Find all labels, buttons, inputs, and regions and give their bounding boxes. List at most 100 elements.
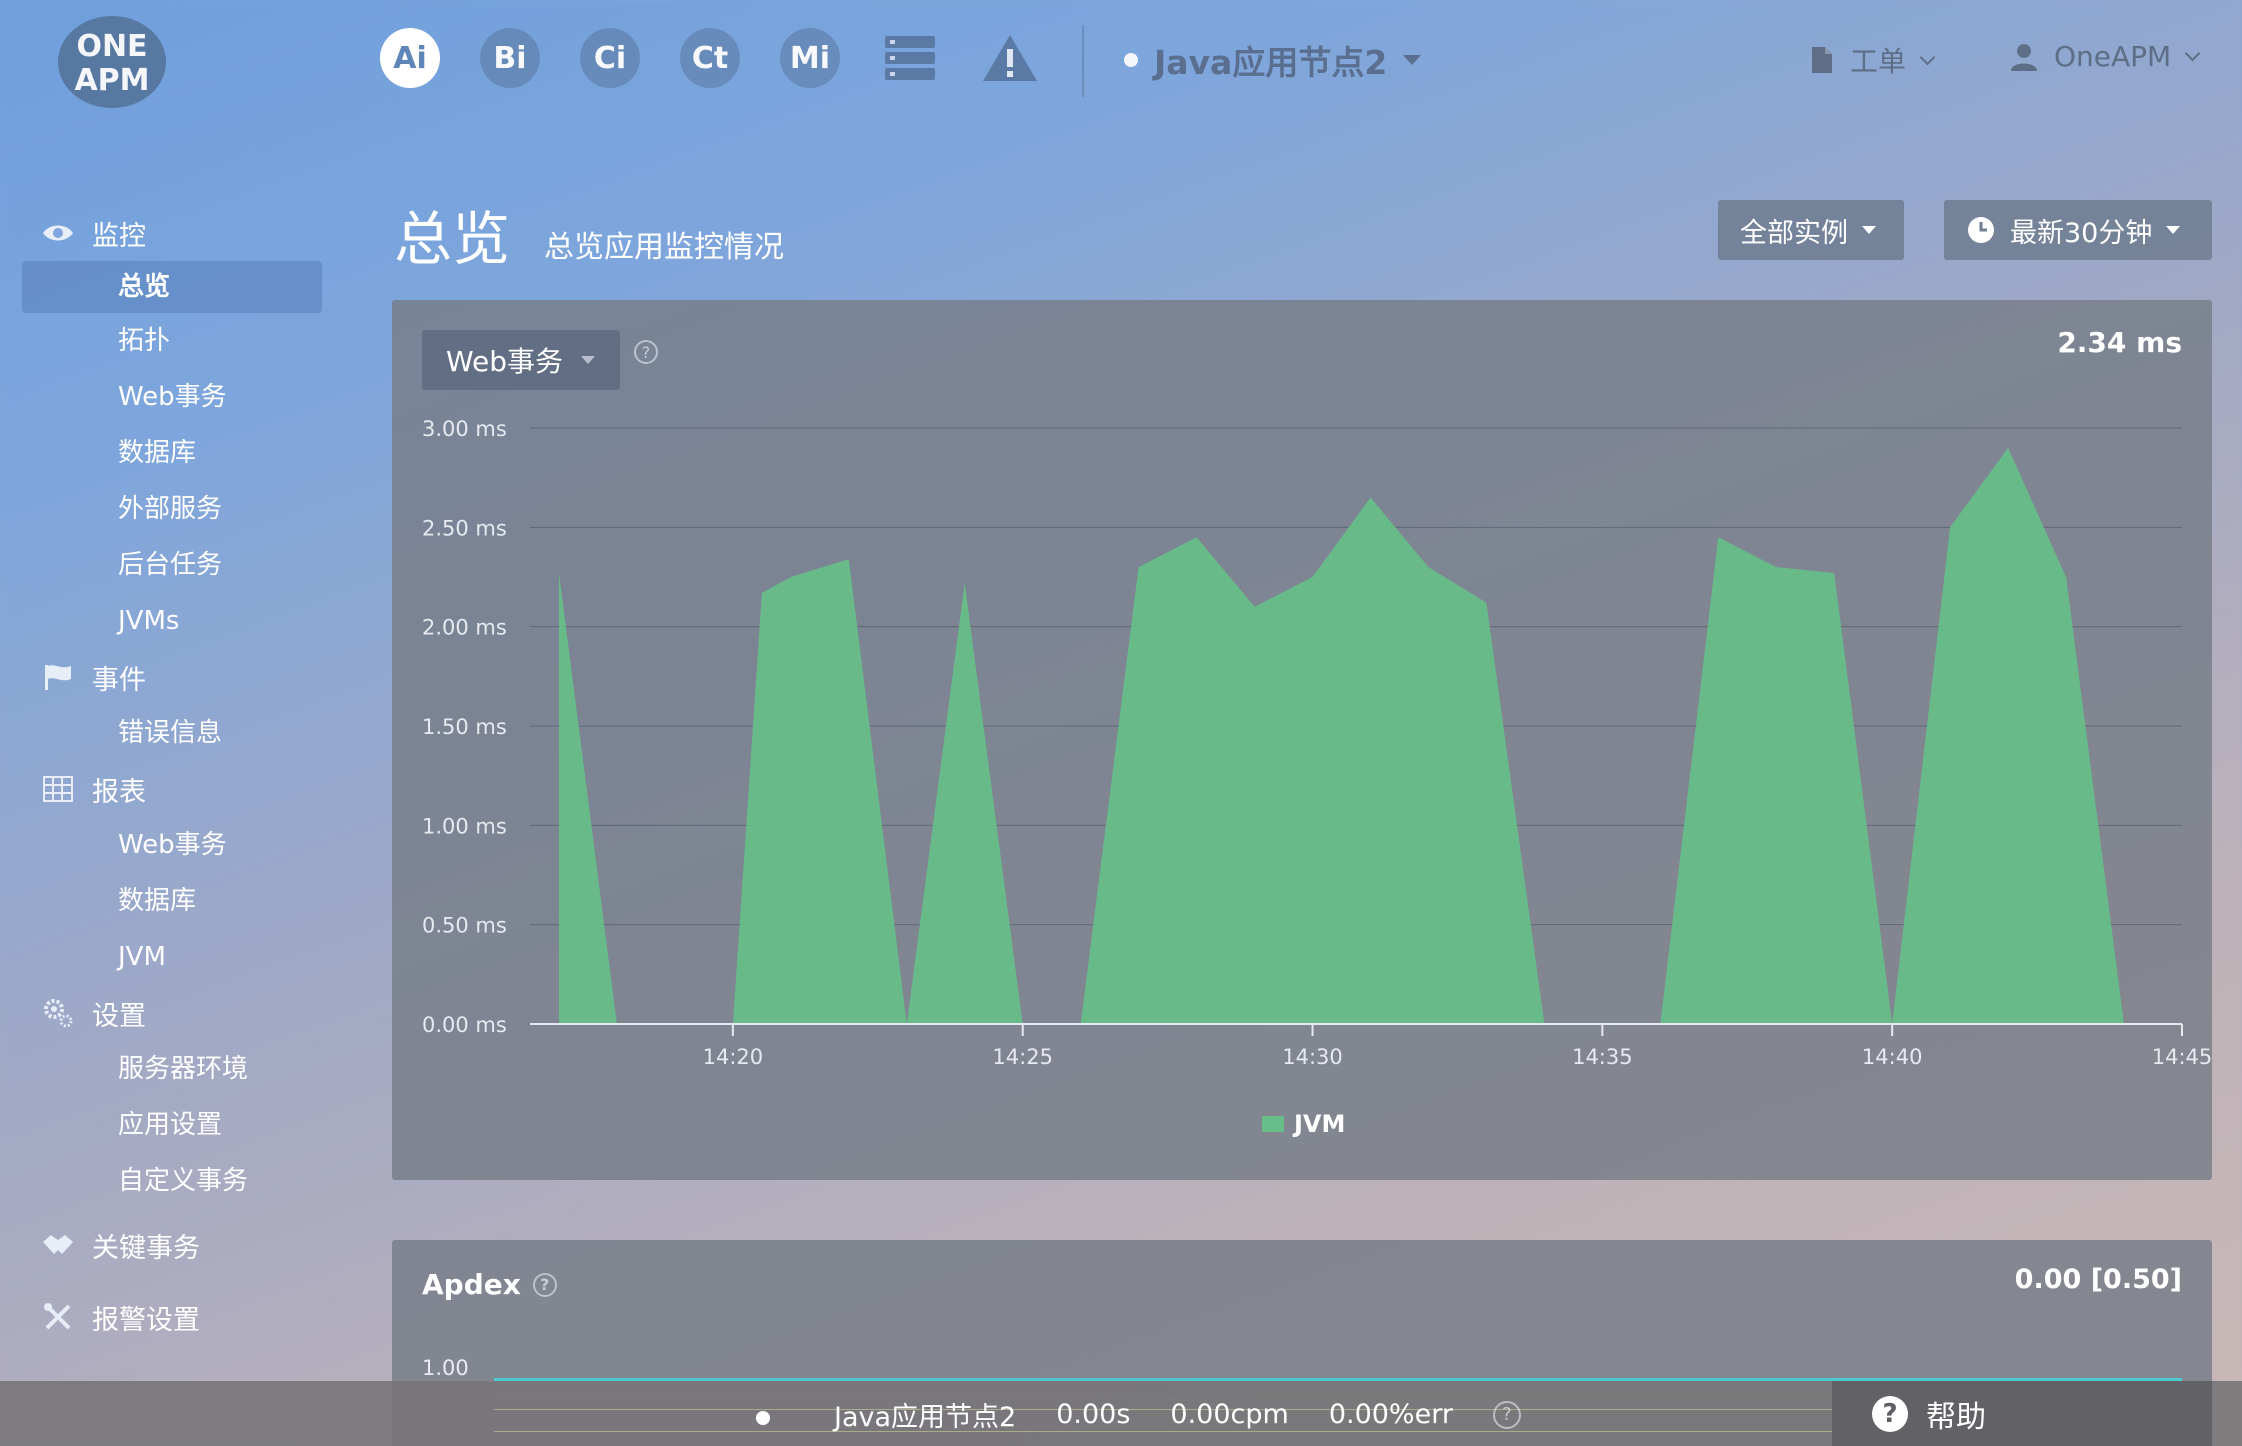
chart-legend[interactable]: JVM	[1262, 1110, 1345, 1138]
y-tick-label: 1.50 ms	[422, 715, 507, 739]
app-status-dot	[1124, 53, 1138, 67]
caret-down-icon	[2166, 226, 2181, 234]
y-tick-label: 2.00 ms	[422, 616, 507, 640]
sidebar-section-label: 报表	[92, 776, 146, 808]
product-switcher: Ai Bi Ci Ct Mi	[380, 28, 1040, 88]
sidebar: 监控 总览 拓扑 Web事务 数据库 外部服务 后台任务 JVMs 事件 错误信…	[0, 205, 340, 1345]
header-divider	[1082, 25, 1084, 97]
oneapm-logo[interactable]: ONE APM	[56, 14, 168, 110]
sidebar-item-external-services[interactable]: 外部服务	[0, 481, 340, 537]
status-error-rate: 0.00%err	[1328, 1399, 1453, 1430]
sidebar-item-topology[interactable]: 拓扑	[0, 313, 340, 369]
legend-label: JVM	[1294, 1110, 1346, 1138]
y-tick-label: 3.00 ms	[422, 417, 507, 441]
y-tick-label: 2.50 ms	[422, 516, 507, 540]
user-icon	[2011, 43, 2037, 71]
status-bar: Java应用节点2 0.00s 0.00cpm 0.00%err ? ? 帮助	[0, 1381, 2242, 1446]
top-bar: ONE APM Ai Bi Ci Ct Mi Java应用节点2 工单 OneA…	[0, 0, 2242, 125]
sidebar-section-monitor[interactable]: 监控	[0, 205, 340, 261]
svg-text:ONE: ONE	[76, 29, 147, 64]
sidebar-item-background-tasks[interactable]: 后台任务	[0, 537, 340, 593]
y-tick-label: 0.50 ms	[422, 914, 507, 938]
apdex-title-label: Apdex	[422, 1268, 521, 1301]
svg-text:APM: APM	[74, 63, 149, 98]
sidebar-item-errors[interactable]: 错误信息	[0, 705, 340, 761]
apdex-y-tick: 1.00	[422, 1356, 469, 1380]
time-range-dropdown[interactable]: 最新30分钟	[1944, 200, 2212, 260]
product-mi-icon[interactable]: Mi	[780, 28, 840, 88]
sidebar-section-events[interactable]: 事件	[0, 649, 340, 705]
sidebar-section-label: 事件	[92, 664, 146, 696]
response-time-panel: Web事务 ? 2.34 ms 0.00 ms 0.50 ms 1.00 ms 1.5…	[392, 300, 2212, 1180]
sidebar-item-database[interactable]: 数据库	[0, 425, 340, 481]
x-tick-label: 14:30	[1282, 1045, 1343, 1069]
sidebar-section-settings[interactable]: 设置	[0, 985, 340, 1041]
caret-down-icon	[1862, 226, 1876, 234]
status-metrics: Java应用节点2 0.00s 0.00cpm 0.00%err ?	[834, 1395, 1521, 1434]
chevron-down-icon	[1403, 55, 1422, 65]
apdex-value: 0.00 [0.50]	[2014, 1264, 2182, 1295]
ticket-label: 工单	[1850, 45, 1907, 78]
status-app-name[interactable]: Java应用节点2	[834, 1395, 1016, 1434]
product-ct-icon[interactable]: Ct	[680, 28, 740, 88]
time-range-label: 最新30分钟	[2010, 217, 2153, 249]
response-time-chart: 0.00 ms 0.50 ms 1.00 ms 1.50 ms 2.00 ms 2.50 …	[422, 417, 2212, 1069]
product-ci-icon[interactable]: Ci	[580, 28, 640, 88]
sidebar-item-jvms[interactable]: JVMs	[0, 593, 340, 649]
sidebar-section-alert-settings[interactable]: 报警设置	[0, 1289, 340, 1345]
alert-triangle-icon[interactable]	[980, 28, 1040, 88]
product-ai-icon[interactable]: Ai	[380, 28, 440, 88]
y-tick-label: 1.00 ms	[422, 814, 507, 838]
help-icon[interactable]: ?	[532, 1272, 557, 1297]
chevron-down-icon	[2184, 45, 2201, 62]
document-icon	[1812, 47, 1832, 73]
handshake-icon	[42, 1229, 74, 1261]
legend-swatch	[1262, 1116, 1284, 1132]
help-label: 帮助	[1926, 1399, 1986, 1435]
page-title: 总览	[394, 205, 511, 273]
product-bi-icon[interactable]: Bi	[480, 28, 540, 88]
status-info: Java应用节点2 0.00s 0.00cpm 0.00%err ?	[392, 1381, 1834, 1446]
flag-icon	[42, 661, 74, 693]
series-area-jvm	[559, 447, 2124, 1024]
instance-filter-label: 全部实例	[1740, 217, 1848, 249]
sidebar-item-app-settings[interactable]: 应用设置	[0, 1097, 340, 1153]
chevron-down-icon	[1919, 49, 1936, 65]
sidebar-section-reports[interactable]: 报表	[0, 761, 340, 817]
app-selector[interactable]: Java应用节点2	[1124, 36, 1422, 84]
sidebar-item-overview[interactable]: 总览	[22, 261, 322, 313]
user-menu[interactable]: OneAPM	[2010, 40, 2201, 73]
sidebar-section-label: 报警设置	[92, 1304, 200, 1336]
x-tick-label: 14:25	[992, 1045, 1053, 1069]
sidebar-section-label: 关键事务	[92, 1232, 200, 1264]
status-throughput: 0.00cpm	[1170, 1399, 1289, 1430]
sidebar-item-report-database[interactable]: 数据库	[0, 873, 340, 929]
eye-icon	[42, 217, 74, 249]
apdex-title: Apdex ?	[422, 1268, 557, 1301]
y-tick-label: 0.00 ms	[422, 1013, 507, 1037]
sidebar-item-report-jvm[interactable]: JVM	[0, 929, 340, 985]
instance-filter-dropdown[interactable]: 全部实例	[1718, 200, 1904, 260]
help-button[interactable]: ? 帮助	[1832, 1381, 2212, 1446]
wrench-icon	[42, 1301, 74, 1333]
table-icon	[42, 773, 74, 805]
app-status-dot	[756, 1411, 770, 1425]
x-tick-label: 14:40	[1862, 1045, 1923, 1069]
sidebar-item-server-env[interactable]: 服务器环境	[0, 1041, 340, 1097]
server-list-icon[interactable]	[880, 28, 940, 88]
sidebar-item-custom-transactions[interactable]: 自定义事务	[0, 1153, 340, 1209]
x-tick-label: 14:35	[1572, 1045, 1633, 1069]
page-subtitle: 总览应用监控情况	[544, 230, 784, 265]
ticket-menu[interactable]: 工单	[1810, 40, 1936, 80]
gears-icon	[42, 997, 74, 1029]
sidebar-item-report-web[interactable]: Web事务	[0, 817, 340, 873]
app-name: Java应用节点2	[1154, 43, 1388, 82]
user-label: OneAPM	[2054, 40, 2172, 73]
clock-icon	[1968, 217, 1994, 243]
sidebar-section-key-transactions[interactable]: 关键事务	[0, 1217, 340, 1273]
x-tick-label: 14:45	[2152, 1045, 2212, 1069]
status-response: 0.00s	[1056, 1399, 1131, 1430]
sidebar-section-label: 监控	[92, 220, 146, 252]
sidebar-item-web-transactions[interactable]: Web事务	[0, 369, 340, 425]
help-icon[interactable]: ?	[1492, 1400, 1521, 1429]
